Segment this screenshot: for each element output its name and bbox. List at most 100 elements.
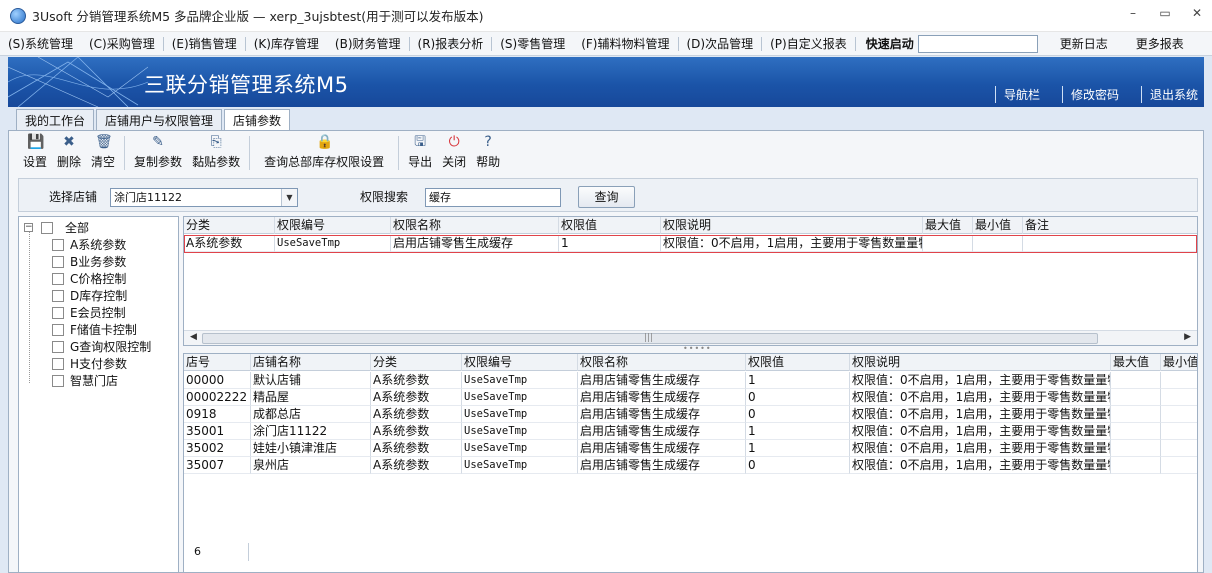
menu-inventory[interactable]: (K)库存管理: [246, 35, 327, 52]
tree-node[interactable]: G查询权限控制: [52, 338, 151, 355]
table-cell: 1: [746, 372, 850, 389]
table-cell: UseSaveTmp: [462, 372, 578, 389]
tree-node[interactable]: A系统参数: [52, 236, 126, 253]
menu-system[interactable]: (S)系统管理: [0, 35, 81, 52]
query-button[interactable]: 查询: [578, 186, 635, 208]
change-password-link[interactable]: 修改密码: [1061, 86, 1119, 103]
table-row[interactable]: 35007 泉州店 A系统参数 UseSaveTmp 启用店铺零售生成缓存 0 权限值：0不…: [184, 457, 1197, 474]
tab-workbench[interactable]: 我的工作台: [16, 109, 95, 130]
tree-node[interactable]: D库存控制: [52, 287, 127, 304]
menu-custom-reports[interactable]: (P)自定义报表: [762, 35, 855, 52]
scroll-right-icon[interactable]: ▶: [1184, 332, 1191, 342]
column-header[interactable]: 最大值: [1111, 354, 1161, 371]
delete-icon: ✖: [63, 134, 75, 150]
tree-node[interactable]: E会员控制: [52, 304, 126, 321]
scroll-left-icon[interactable]: ◀: [190, 332, 197, 342]
filter-bar: 选择店铺 涂门店11122 ▼ 权限搜索 缓存 查询: [18, 178, 1198, 212]
checkbox[interactable]: [52, 323, 64, 336]
tree-node[interactable]: H支付参数: [52, 355, 127, 372]
table-cell: 泉州店: [251, 457, 371, 474]
splitter-grip-icon[interactable]: •••••: [683, 344, 712, 353]
store-select[interactable]: 涂门店11122 ▼: [110, 188, 298, 207]
column-header[interactable]: 权限值: [559, 217, 661, 234]
menu-retail[interactable]: (S)零售管理: [492, 35, 573, 52]
column-header[interactable]: 店号: [184, 354, 251, 371]
column-header[interactable]: 权限说明: [850, 354, 1111, 371]
tree-node-root[interactable]: − 全部: [24, 219, 89, 236]
column-header[interactable]: 权限编号: [462, 354, 578, 371]
column-header[interactable]: 最小值: [973, 217, 1023, 234]
column-header[interactable]: 备注: [1023, 217, 1197, 234]
table-row[interactable]: 00000 默认店铺 A系统参数 UseSaveTmp 启用店铺零售生成缓存 1 权限值：0…: [184, 372, 1197, 389]
minimize-icon[interactable]: –: [1126, 6, 1140, 20]
checkbox[interactable]: [52, 306, 64, 319]
help-button[interactable]: ? 帮助: [471, 134, 505, 170]
paste-params-button[interactable]: ⎘ 黏贴参数: [187, 134, 245, 170]
tree-node[interactable]: F储值卡控制: [52, 321, 137, 338]
column-header[interactable]: 最小值: [1161, 354, 1197, 371]
column-header[interactable]: 权限说明: [661, 217, 923, 234]
footer-divider: [248, 543, 249, 561]
table-cell: UseSaveTmp: [462, 406, 578, 423]
column-header[interactable]: 权限名称: [578, 354, 746, 371]
save-icon: 💾: [27, 134, 45, 150]
menu-purchase[interactable]: (C)采购管理: [81, 35, 163, 52]
menu-changelog[interactable]: 更新日志: [1046, 35, 1122, 52]
exit-system-link[interactable]: 退出系统: [1140, 86, 1198, 103]
tree-node[interactable]: B业务参数: [52, 253, 126, 270]
column-header[interactable]: 店铺名称: [251, 354, 371, 371]
table-cell: [1111, 406, 1161, 423]
checkbox[interactable]: [52, 272, 64, 285]
store-select-value: 涂门店11122: [114, 191, 182, 204]
quick-launch-input[interactable]: [917, 34, 1038, 53]
column-header[interactable]: 权限编号: [275, 217, 391, 234]
tab-store-parameters[interactable]: 店铺参数: [224, 109, 291, 131]
table-row[interactable]: 35001 涂门店11122 A系统参数 UseSaveTmp 启用店铺零售生成缓存 1 权…: [184, 423, 1197, 440]
quick-launch-label: 快速启动: [865, 37, 914, 51]
table-cell: [1161, 389, 1197, 406]
close-icon: ⏻: [448, 134, 460, 150]
checkbox[interactable]: [52, 357, 64, 370]
tab-store-users-permissions[interactable]: 店铺用户与权限管理: [96, 109, 223, 130]
table-row[interactable]: 35002 娃娃小镇津淮店 A系统参数 UseSaveTmp 启用店铺零售生成缓存 1 权限…: [184, 440, 1197, 457]
export-button[interactable]: 🖫 导出: [403, 134, 437, 170]
nav-bar-link[interactable]: 导航栏: [994, 86, 1040, 103]
menu-finance[interactable]: (B)财务管理: [327, 35, 409, 52]
tree-node[interactable]: 智慧门店: [52, 372, 118, 389]
checkbox[interactable]: [52, 238, 64, 251]
column-header[interactable]: 最大值: [923, 217, 973, 234]
menu-materials[interactable]: (F)辅料物料管理: [573, 35, 677, 52]
menu-defects[interactable]: (D)次品管理: [679, 35, 762, 52]
table-row[interactable]: 00002222 精品屋 A系统参数 UseSaveTmp 启用店铺零售生成缓存 0 权限值…: [184, 389, 1197, 406]
column-header[interactable]: 权限值: [746, 354, 850, 371]
query-hq-inventory-permission-button[interactable]: 🔒 查询总部库存权限设置: [254, 134, 394, 170]
checkbox[interactable]: [41, 221, 53, 234]
column-header[interactable]: 权限名称: [391, 217, 559, 234]
set-button[interactable]: 💾 设置: [18, 134, 52, 170]
toolbar-divider: [124, 136, 126, 170]
chevron-down-icon[interactable]: ▼: [281, 189, 297, 206]
close-button[interactable]: ⏻ 关闭: [437, 134, 471, 170]
tree-node[interactable]: C价格控制: [52, 270, 126, 287]
horizontal-scrollbar[interactable]: ◀ ||| ▶: [184, 330, 1197, 345]
table-cell: 00000: [184, 372, 251, 389]
menu-sales[interactable]: (E)销售管理: [164, 35, 245, 52]
column-header[interactable]: 分类: [184, 217, 275, 234]
checkbox[interactable]: [52, 289, 64, 302]
collapse-icon[interactable]: −: [24, 223, 33, 232]
close-window-icon[interactable]: ✕: [1190, 6, 1204, 20]
copy-params-button[interactable]: ✎ 复制参数: [129, 134, 187, 170]
permission-search-input[interactable]: 缓存: [425, 188, 561, 207]
table-cell: 1: [746, 423, 850, 440]
delete-button[interactable]: ✖ 删除: [52, 134, 86, 170]
column-header[interactable]: 分类: [371, 354, 462, 371]
table-row[interactable]: 0918 成都总店 A系统参数 UseSaveTmp 启用店铺零售生成缓存 0 权限值：0不…: [184, 406, 1197, 423]
clear-button[interactable]: 🗑 清空: [86, 134, 120, 170]
checkbox[interactable]: [52, 374, 64, 387]
menu-more-reports[interactable]: 更多报表: [1122, 35, 1198, 52]
checkbox[interactable]: [52, 255, 64, 268]
menu-reports[interactable]: (R)报表分析: [410, 35, 492, 52]
table-cell: 启用店铺零售生成缓存: [578, 406, 746, 423]
checkbox[interactable]: [52, 340, 64, 353]
maximize-icon[interactable]: ▭: [1158, 6, 1172, 20]
